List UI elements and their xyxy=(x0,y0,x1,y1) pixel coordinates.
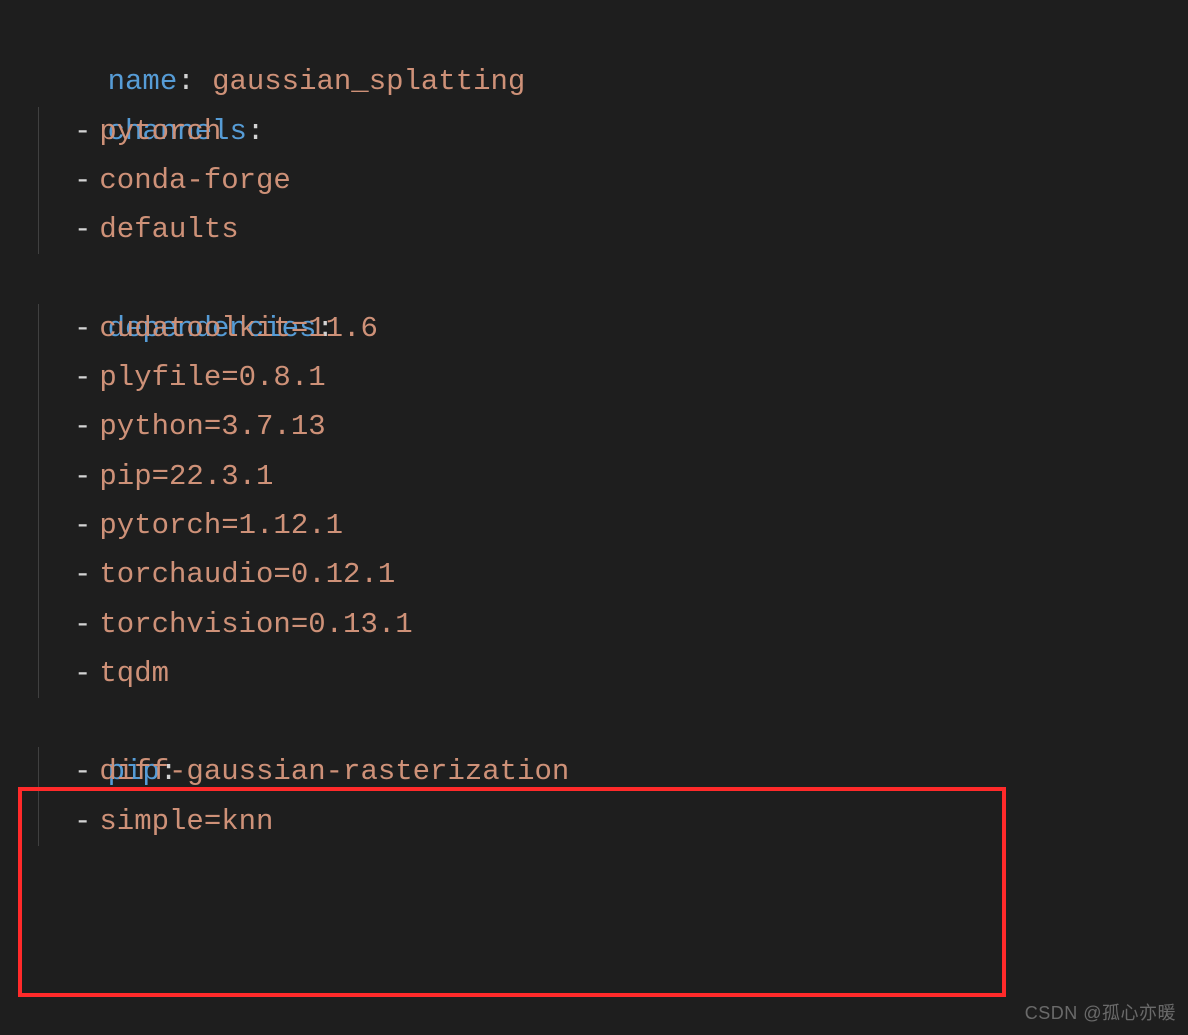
code-block: name: gaussian_splatting channels: -pyto… xyxy=(0,0,1188,846)
pip-item: diff-gaussian-rasterization xyxy=(99,755,569,788)
list-item: -cudatoolkit=11.6 xyxy=(38,304,1188,353)
yaml-name-line: name: gaussian_splatting xyxy=(38,8,1188,57)
dependency-item: pytorch=1.12.1 xyxy=(99,509,343,542)
list-item: -torchvision=0.13.1 xyxy=(38,600,1188,649)
dependency-item: tqdm xyxy=(99,657,169,690)
dependency-item: pip=22.3.1 xyxy=(99,460,273,493)
list-item: -tqdm xyxy=(38,649,1188,698)
yaml-pip-line: pip: xyxy=(38,698,1188,747)
list-item: -pytorch=1.12.1 xyxy=(38,501,1188,550)
channel-item: defaults xyxy=(99,213,238,246)
yaml-channels-line: channels: xyxy=(38,57,1188,106)
watermark: CSDN @孤心亦暖 xyxy=(1025,998,1176,1029)
channel-item: conda-forge xyxy=(99,164,290,197)
list-item: -pytorch xyxy=(38,107,1188,156)
list-item: -plyfile=0.8.1 xyxy=(38,353,1188,402)
list-item: -conda-forge xyxy=(38,156,1188,205)
dependency-item: cudatoolkit=11.6 xyxy=(99,312,377,345)
list-item: -defaults xyxy=(38,205,1188,254)
dependency-item: torchvision=0.13.1 xyxy=(99,608,412,641)
list-item: -simple=knn xyxy=(38,797,1188,846)
dependency-item: plyfile=0.8.1 xyxy=(99,361,325,394)
list-item: -torchaudio=0.12.1 xyxy=(38,550,1188,599)
dependency-item: python=3.7.13 xyxy=(99,410,325,443)
dependency-item: torchaudio=0.12.1 xyxy=(99,558,395,591)
list-item: -diff-gaussian-rasterization xyxy=(38,747,1188,796)
pip-item: simple=knn xyxy=(99,805,273,838)
list-item: -python=3.7.13 xyxy=(38,402,1188,451)
list-item: -pip=22.3.1 xyxy=(38,452,1188,501)
yaml-dependencies-line: dependencies: xyxy=(38,254,1188,303)
channel-item: pytorch xyxy=(99,115,221,148)
